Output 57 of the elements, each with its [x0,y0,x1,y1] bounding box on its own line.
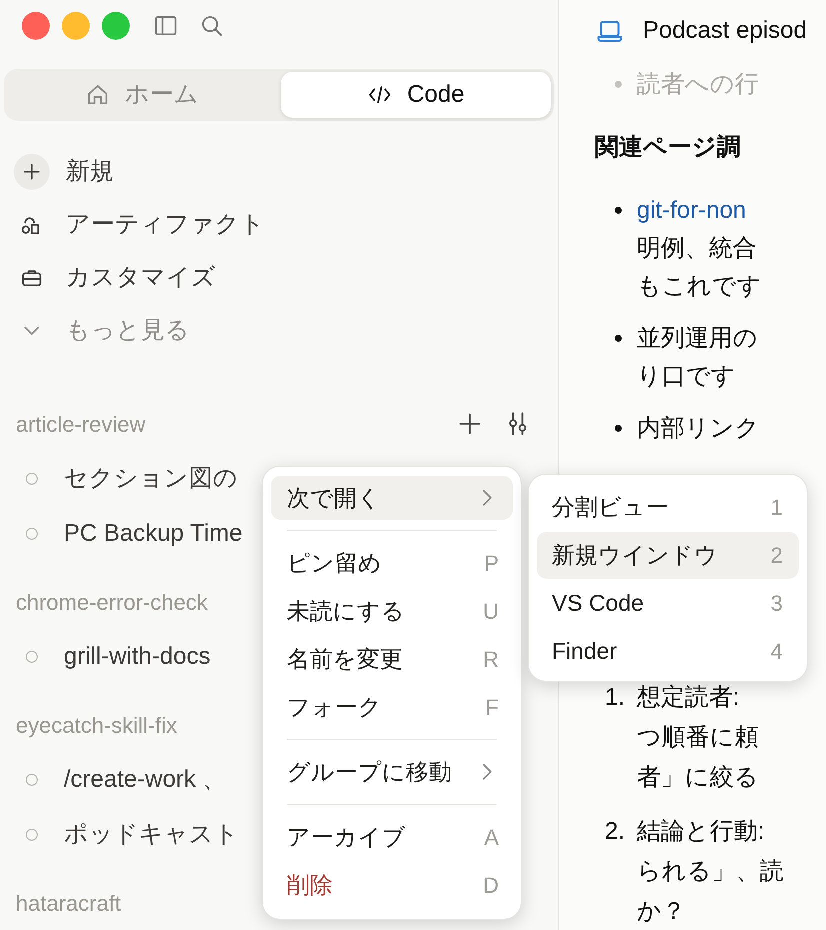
menu-item[interactable]: VS Code 3 [537,580,799,627]
shortcut-label: D [483,872,499,900]
menu-item[interactable]: ピン留め P [271,541,513,585]
menu-item[interactable]: 名前を変更 R [271,637,513,681]
list-number: 1. [605,683,626,713]
shortcut-label: P [484,550,499,578]
menu-item[interactable]: 分割ビュー 1 [537,484,799,531]
body-text: つ順番に頼 [637,723,759,753]
list-number: 2. [605,817,626,847]
chat-item[interactable]: ポッドキャスト [64,816,239,852]
body-text: 結論と行動: [637,817,766,847]
nav-item[interactable]: カスタマイズ [0,251,558,304]
body-text: 内部リンク [637,414,760,444]
shortcut-label: R [483,646,499,674]
group-header: hataracraft [16,890,122,918]
bullet-icon [615,81,622,88]
shortcut-label: 2 [770,542,783,570]
shortcut-label: 1 [770,494,783,522]
body-text: か？ [637,897,687,927]
group-header: chrome-error-check [16,588,208,616]
group-header: eyecatch-skill-fix [16,712,178,740]
window-control-button[interactable] [22,12,50,40]
menu-item[interactable]: 次で開く [271,476,513,520]
mode-tab[interactable]: Code [281,72,551,118]
bullet-icon [615,425,622,432]
body-text: 明例、統合 [637,234,758,264]
nav-item[interactable]: 新規 [0,145,558,198]
shortcut-label: U [483,598,499,626]
group-header: article-review [16,410,146,438]
body-text: り口です [637,362,737,392]
body-text: 並列運用の [637,324,758,354]
section-heading: 関連ページ調 [595,133,742,163]
nav-item[interactable]: アーティファクト [0,198,558,251]
menu-item[interactable]: Finder 4 [537,628,799,675]
body-text: 想定読者: [637,683,741,713]
bullet-icon [615,207,622,214]
chat-item[interactable]: /create-work 、 [64,762,227,798]
menu-item[interactable]: 新規ウインドウ 2 [537,532,799,579]
shortcut-label: A [484,824,499,852]
shortcut-label: 3 [770,590,783,618]
body-text: もこれです [637,272,762,302]
chat-item[interactable]: grill-with-docs [64,638,211,674]
body-text: られる」、読 [637,857,784,887]
body-text: 読者への行 [637,70,759,100]
chat-item[interactable]: PC Backup Time [64,516,243,552]
menu-item[interactable]: フォーク F [271,685,513,729]
body-text: 者」に絞る [637,763,759,793]
document-title: Podcast episod [643,16,808,46]
menu-item[interactable]: グループに移動 [271,750,513,794]
shortcut-label: 4 [770,638,783,666]
menu-item[interactable]: 削除 D [271,863,513,907]
link[interactable]: git-for-non [637,192,762,230]
shortcut-label: F [486,694,499,722]
menu-item[interactable]: アーカイブ A [271,815,513,859]
bullet-icon [615,335,622,342]
chat-item[interactable]: セクション図の [64,460,238,496]
menu-item[interactable]: 未読にする U [271,589,513,633]
